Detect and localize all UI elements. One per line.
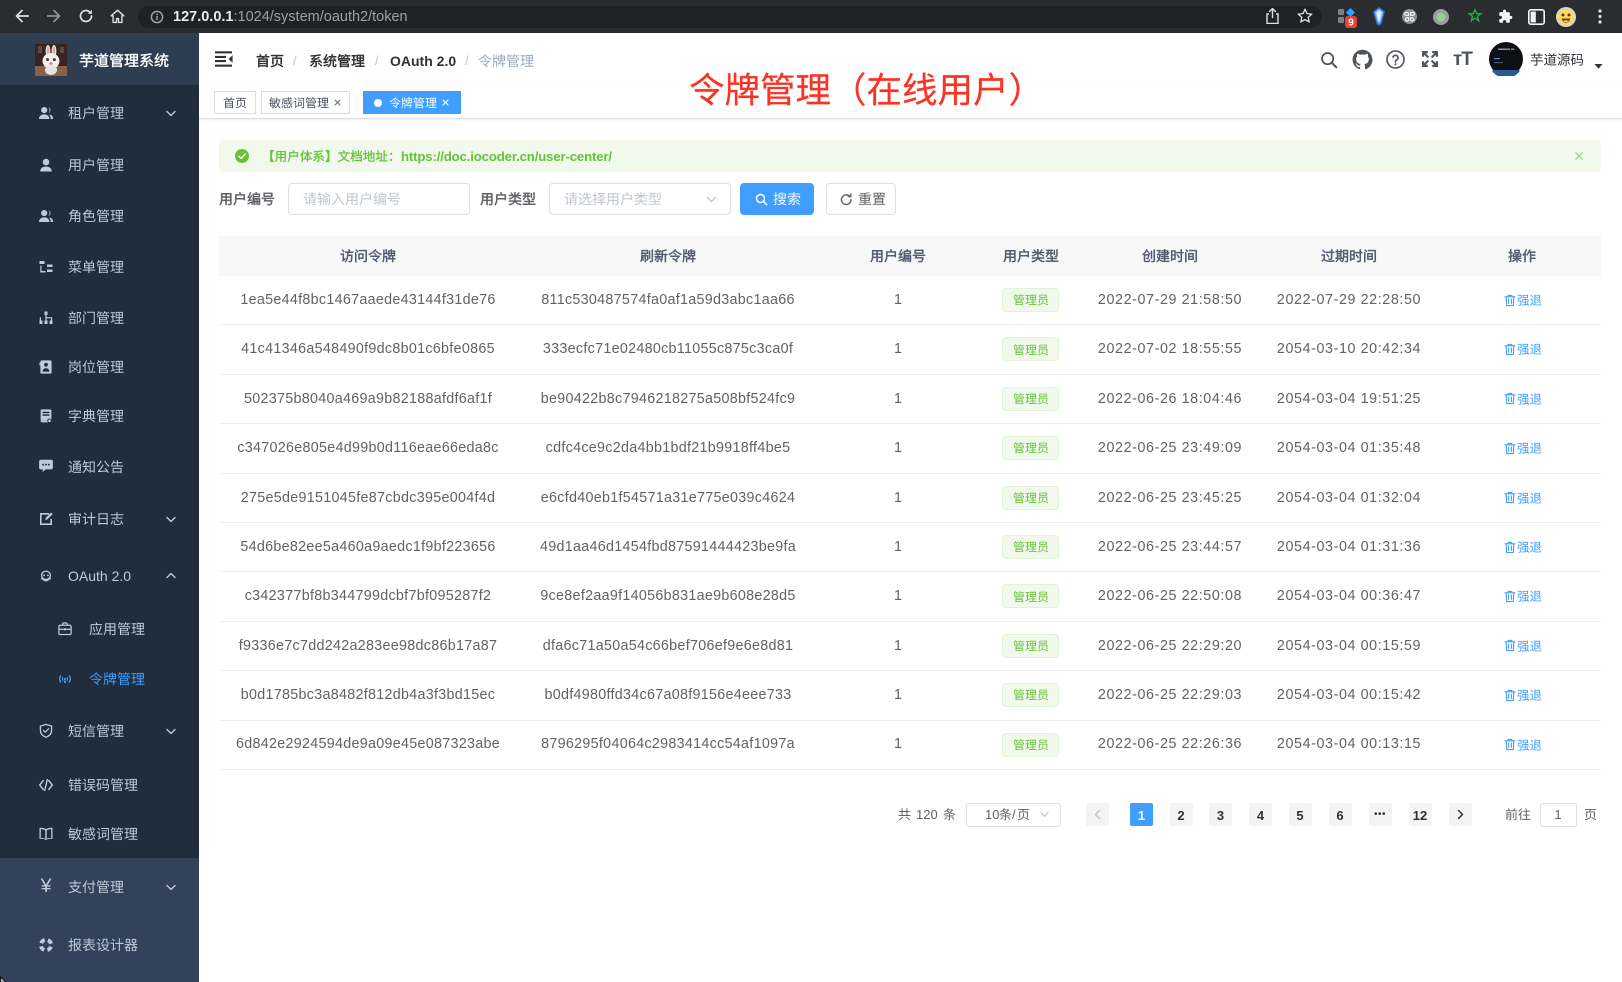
svg-text:9: 9: [1348, 18, 1354, 29]
